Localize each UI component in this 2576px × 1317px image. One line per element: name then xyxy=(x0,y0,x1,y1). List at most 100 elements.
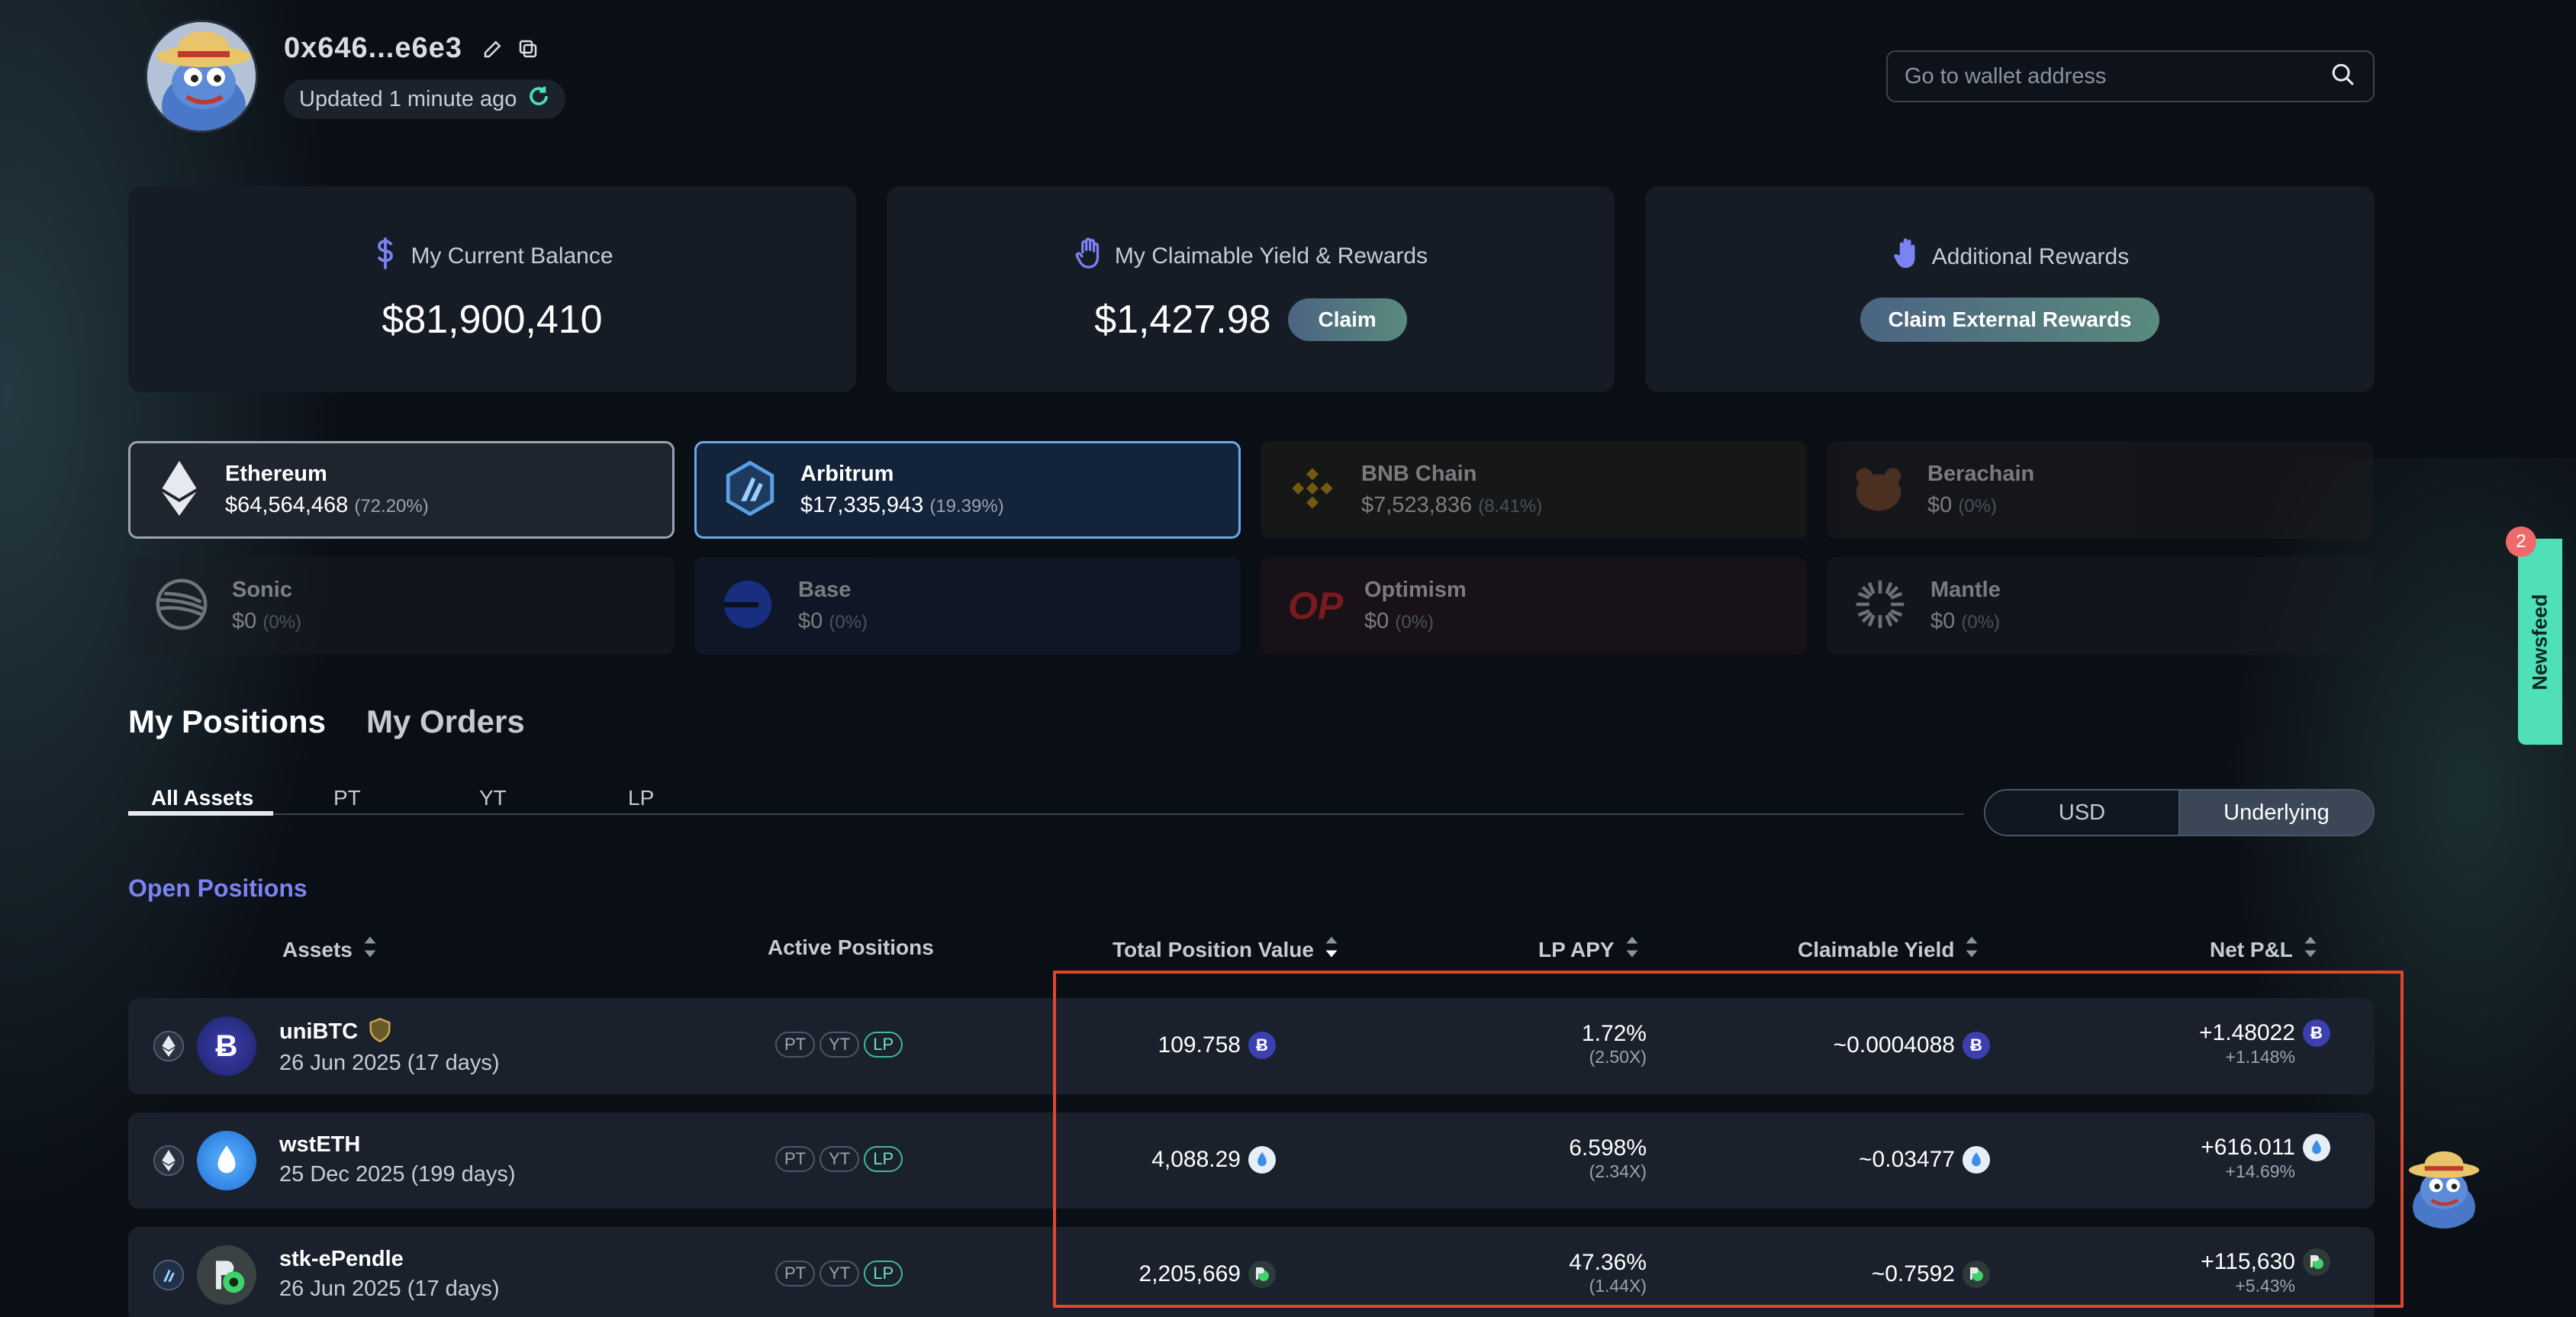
claimable-card: My Claimable Yield & Rewards $1,427.98 C… xyxy=(887,186,1615,392)
header-active-positions: Active Positions xyxy=(768,935,934,960)
chain-tile-berachain[interactable]: Berachain $0 (0%) xyxy=(1827,441,2373,539)
header-label: LP APY xyxy=(1538,937,1615,961)
sub-tab-all-assets[interactable]: All Assets xyxy=(151,786,253,810)
additional-rewards-card: Additional Rewards Claim External Reward… xyxy=(1645,186,2375,392)
chain-pct: (19.39%) xyxy=(929,496,1004,517)
chain-pct: (0%) xyxy=(1395,612,1434,633)
sonic-icon xyxy=(156,578,208,634)
chain-name: Optimism xyxy=(1364,578,1467,602)
sort-icon[interactable] xyxy=(1325,935,1338,964)
header-label: Assets xyxy=(282,937,353,961)
active-tab-indicator xyxy=(128,811,273,816)
badge-lp: LP xyxy=(864,1146,903,1172)
berachain-icon xyxy=(1854,465,1903,515)
tab-my-orders[interactable]: My Orders xyxy=(366,704,525,740)
tab-my-positions[interactable]: My Positions xyxy=(128,704,326,740)
highlight-box xyxy=(1053,971,2404,1308)
newsfeed-tab[interactable]: Newsfeed xyxy=(2518,539,2562,745)
chain-name: BNB Chain xyxy=(1361,462,1477,486)
asset-name: stk-ePendle xyxy=(279,1247,404,1271)
maturity-date: 25 Dec 2025 (199 days) xyxy=(279,1162,516,1187)
updated-text: Updated 1 minute ago xyxy=(299,86,517,111)
chain-pct: (0%) xyxy=(262,612,301,633)
sort-icon[interactable] xyxy=(1625,935,1639,964)
edit-icon[interactable] xyxy=(479,35,507,63)
refresh-icon[interactable] xyxy=(527,85,550,114)
sort-icon[interactable] xyxy=(2304,935,2317,964)
chain-value: $0 xyxy=(1364,609,1389,633)
header-label: Claimable Yield xyxy=(1798,937,1955,961)
section-title: Open Positions xyxy=(128,874,308,902)
maturity-date: 26 Jun 2025 (17 days) xyxy=(279,1051,500,1075)
chain-pct: (8.41%) xyxy=(1478,496,1543,517)
claim-external-rewards-button[interactable]: Claim External Rewards xyxy=(1860,298,2159,342)
chain-value: $7,523,836 xyxy=(1361,493,1473,517)
badge-pt: PT xyxy=(775,1261,816,1286)
header-claimable-yield[interactable]: Claimable Yield xyxy=(1798,935,1979,964)
wallet-search[interactable] xyxy=(1886,50,2375,102)
badge-yt: YT xyxy=(819,1032,860,1058)
newsfeed-label: Newsfeed xyxy=(2528,593,2552,691)
arbitrum-icon xyxy=(724,460,776,520)
sub-tab-yt[interactable]: YT xyxy=(479,786,507,810)
active-badges: PT YT LP xyxy=(775,1032,907,1058)
chain-value: $64,564,468 xyxy=(225,493,349,517)
base-icon xyxy=(722,578,774,634)
toggle-usd[interactable]: USD xyxy=(1985,791,2178,835)
chain-name: Mantle xyxy=(1930,578,2001,602)
currency-toggle: USD Underlying xyxy=(1984,789,2375,836)
chain-name: Sonic xyxy=(232,578,292,602)
chain-tile-sonic[interactable]: Sonic $0 (0%) xyxy=(128,557,675,655)
badge-yt: YT xyxy=(819,1261,860,1286)
badge-pt: PT xyxy=(775,1146,816,1172)
chain-tile-base[interactable]: Base $0 (0%) xyxy=(694,557,1241,655)
wallet-address: 0x646...e6e3 xyxy=(284,32,462,64)
stk-ependle-icon xyxy=(197,1245,256,1305)
header-total-value[interactable]: Total Position Value xyxy=(1113,935,1338,964)
badge-lp: LP xyxy=(864,1261,903,1286)
chain-value: $0 xyxy=(232,609,257,633)
badge-pt: PT xyxy=(775,1032,816,1058)
sub-tab-lp[interactable]: LP xyxy=(628,786,654,810)
chain-pct: (0%) xyxy=(829,612,868,633)
claim-button[interactable]: Claim xyxy=(1287,298,1407,341)
claimable-value: $1,427.98 xyxy=(1094,298,1271,342)
chain-tile-bnb[interactable]: BNB Chain $7,523,836 (8.41%) xyxy=(1261,441,1807,539)
asset-name: uniBTC xyxy=(279,1019,359,1044)
bnb-icon xyxy=(1288,464,1337,517)
badge-yt: YT xyxy=(819,1146,860,1172)
copy-icon[interactable] xyxy=(514,35,542,63)
sub-tab-pt[interactable]: PT xyxy=(333,786,361,810)
header-net-pnl[interactable]: Net P&L xyxy=(2210,935,2317,964)
avatar xyxy=(145,20,258,133)
sub-tab-divider xyxy=(128,813,1964,815)
toggle-underlying[interactable]: Underlying xyxy=(2178,791,2373,835)
header-assets[interactable]: Assets xyxy=(282,935,377,964)
updated-status: Updated 1 minute ago xyxy=(284,79,566,119)
additional-title: Additional Rewards xyxy=(1931,244,2130,269)
badge-lp: LP xyxy=(864,1032,903,1058)
chain-pct: (72.20%) xyxy=(354,496,429,517)
ethereum-chain-icon xyxy=(153,1145,185,1180)
active-badges: PT YT LP xyxy=(775,1146,907,1172)
chain-pct: (0%) xyxy=(1961,612,2000,633)
chain-value: $17,335,943 xyxy=(800,493,924,517)
header-lp-apy[interactable]: LP APY xyxy=(1538,935,1639,964)
maturity-date: 26 Jun 2025 (17 days) xyxy=(279,1277,500,1301)
ethereum-chain-icon xyxy=(153,1030,185,1066)
chain-tile-optimism[interactable]: OP Optimism $0 (0%) xyxy=(1261,557,1807,655)
chain-tile-arbitrum[interactable]: Arbitrum $17,335,943 (19.39%) xyxy=(694,441,1241,539)
sort-icon[interactable] xyxy=(363,935,377,964)
chain-tile-ethereum[interactable]: Ethereum $64,564,468 (72.20%) xyxy=(128,441,675,539)
chain-name: Arbitrum xyxy=(800,462,894,486)
search-input[interactable] xyxy=(1905,63,2317,89)
assistant-avatar[interactable] xyxy=(2402,1145,2486,1228)
chain-tile-mantle[interactable]: Mantle $0 (0%) xyxy=(1827,557,2373,655)
raised-hand-icon xyxy=(1891,237,1921,278)
sort-icon[interactable] xyxy=(1965,935,1979,964)
search-icon[interactable] xyxy=(2330,62,2356,92)
dollar-icon xyxy=(371,236,400,277)
chain-name: Berachain xyxy=(1927,462,2035,486)
arbitrum-chain-icon xyxy=(153,1259,185,1295)
unibtc-icon: Ƀ xyxy=(197,1016,256,1076)
